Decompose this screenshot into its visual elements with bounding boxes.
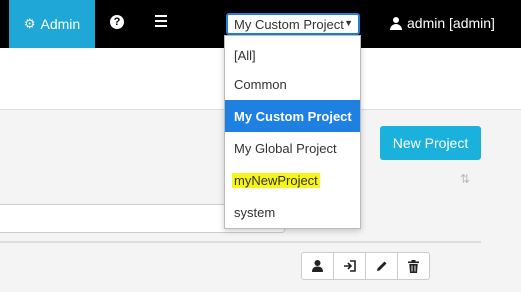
dropdown-option-mynewproject[interactable]: myNewProject (225, 164, 360, 196)
sort-icon[interactable]: ⇅ (460, 172, 470, 186)
gear-icon: ⚙ (23, 16, 36, 31)
login-icon (344, 260, 356, 272)
help-icon[interactable]: ? (110, 15, 124, 29)
user-button[interactable] (301, 252, 334, 280)
trash-icon (408, 259, 419, 273)
project-dropdown-list: [All] Common My Custom Project My Global… (224, 35, 361, 229)
delete-button[interactable] (397, 252, 430, 280)
login-button[interactable] (333, 252, 366, 280)
user-label: admin [admin] (407, 15, 495, 31)
edit-button[interactable] (365, 252, 398, 280)
dropdown-option-system[interactable]: system (225, 196, 360, 228)
row-actions (301, 252, 430, 280)
user-icon (390, 16, 402, 30)
dropdown-option-my-custom-project[interactable]: My Custom Project (225, 100, 360, 132)
new-project-button[interactable]: New Project (380, 126, 481, 160)
admin-tab[interactable]: ⚙ Admin (9, 0, 95, 48)
hamburger-icon[interactable] (155, 15, 167, 27)
dropdown-option-my-global-project[interactable]: My Global Project (225, 132, 360, 164)
chevron-down-icon: ▼ (344, 18, 353, 28)
divider (0, 241, 481, 243)
pencil-icon (376, 261, 386, 271)
admin-tab-label: Admin (40, 16, 81, 32)
dropdown-option-common[interactable]: Common (225, 68, 360, 100)
dropdown-option-all[interactable]: [All] (225, 39, 360, 71)
project-select[interactable]: My Custom Project ▼ (226, 13, 360, 35)
user-icon (312, 260, 323, 272)
user-menu[interactable]: admin [admin] (390, 15, 495, 31)
project-select-value: My Custom Project (234, 17, 344, 32)
